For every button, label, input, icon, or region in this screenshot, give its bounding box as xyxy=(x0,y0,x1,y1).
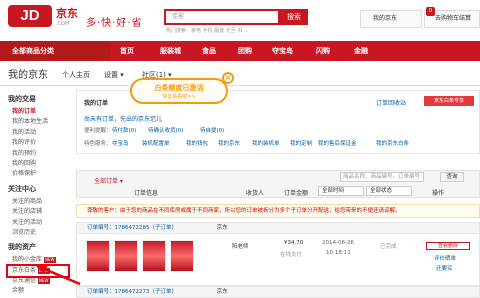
order-amount: ¥34.70 xyxy=(284,240,304,246)
review-link[interactable]: 评价晒单 xyxy=(434,254,456,262)
menu-item-label: 京东通信 xyxy=(12,277,37,285)
menu-item[interactable]: 关注的商品 xyxy=(8,197,68,207)
status-filter-select[interactable]: 全部状态 xyxy=(366,186,412,196)
shop-name: 京东 xyxy=(216,289,228,295)
column-header: 操作 xyxy=(432,190,445,197)
menu-section-title: 关注中心 xyxy=(8,184,36,193)
split-order-notice: 尊敬的客户：由于您的商品在不同库房或属于不同商家，所以您的订单被拆分为多个子订单… xyxy=(76,204,480,218)
service-link[interactable]: 我的钱包 xyxy=(186,139,208,147)
column-header: 订单信息 xyxy=(134,190,159,197)
menu-item[interactable]: 关注的活动 xyxy=(8,218,68,228)
pending-payment-link[interactable]: 待付款(0) xyxy=(112,126,136,134)
order-status: 已完成 xyxy=(380,244,397,250)
order-number[interactable]: 订单编号：1786472273（子订单） xyxy=(87,289,177,295)
search-input[interactable]: 佳能 xyxy=(164,9,280,25)
cart-count-badge: 0 xyxy=(426,7,435,16)
annotation-arrow-icon xyxy=(36,264,81,286)
product-image[interactable] xyxy=(170,240,194,272)
menu-item[interactable]: 浏览历史 xyxy=(8,228,68,238)
service-link[interactable]: 我的京东白条 xyxy=(376,139,409,147)
order-row-header: 订单编号：1786472273（子订单） 京东 xyxy=(76,286,480,298)
slogan: 多·快·好·省 xyxy=(86,18,143,29)
service-link[interactable]: 我的京东 xyxy=(218,139,240,147)
column-header: 订单金额 xyxy=(284,190,309,197)
nav-item[interactable]: 团购 xyxy=(238,41,252,61)
divider xyxy=(0,85,480,86)
order-row-header: 订单编号：1786472285（子订单） 京东 xyxy=(76,222,480,234)
page-title: 我的京东 xyxy=(8,70,48,81)
search-button[interactable]: 搜索 xyxy=(280,9,308,25)
all-orders-tab[interactable]: 全部订单 ▾ xyxy=(94,176,123,185)
time-filter-select[interactable]: 全部时间 xyxy=(318,186,364,196)
reminder-label: 便利提醒： xyxy=(84,128,112,134)
nav-item[interactable]: 金融 xyxy=(354,41,368,61)
all-categories-button[interactable]: 全部商品分类 xyxy=(0,41,110,61)
order-time: 10:18:11 xyxy=(326,250,351,256)
callout-link[interactable]: 快去看看吧>> xyxy=(132,93,226,100)
service-link[interactable]: 我的售后保证金 xyxy=(318,139,357,147)
menu-item[interactable]: 我的评价 xyxy=(8,138,68,148)
order-number[interactable]: 订单编号：1786472285（子订单） xyxy=(87,225,177,231)
services-label: 特色服务： xyxy=(84,141,112,147)
jd-logo-cn: 京东 xyxy=(56,7,78,20)
menu-item[interactable]: 我的活动 xyxy=(8,128,68,138)
callout-title: 白条额度已激活 xyxy=(154,84,204,92)
service-link[interactable]: 装机配置单 xyxy=(142,139,170,147)
receiver-name[interactable]: 阳老师 xyxy=(232,242,249,250)
my-jd-dropdown[interactable]: 我的京东 xyxy=(360,10,422,28)
product-image[interactable] xyxy=(86,240,110,272)
product-image[interactable] xyxy=(114,240,138,272)
pending-pickup-link[interactable]: 待自提(0) xyxy=(200,126,224,134)
service-link[interactable]: 我的定制 xyxy=(290,139,312,147)
shop-name: 京东 xyxy=(216,225,228,231)
order-tip-link[interactable]: 尚未有订单，先出的京东范儿 xyxy=(84,114,162,123)
order-recycle-link[interactable]: 订单回收站 xyxy=(376,98,406,107)
personal-home-link[interactable]: 个人主页 xyxy=(62,70,90,80)
settings-dropdown[interactable]: 设置 ▾ xyxy=(104,70,124,80)
order-date: 2014-08-26 xyxy=(322,240,354,246)
menu-item[interactable]: 余额 xyxy=(8,286,68,296)
nav-item[interactable]: 食品 xyxy=(202,41,216,61)
order-search-input[interactable]: 商品名称，商品编号，订单编号 xyxy=(340,172,424,182)
baitiao-callout[interactable]: 白条额度已激活 快去看看吧>> xyxy=(130,78,228,104)
buy-again-link[interactable]: 还要买 xyxy=(436,264,453,272)
pending-receipt-link[interactable]: 待确认收货(0) xyxy=(148,126,183,134)
service-link[interactable]: 我的装机单 xyxy=(252,139,280,147)
menu-item[interactable]: 我的本地生活 xyxy=(8,117,68,127)
menu-item[interactable]: 价格保护 xyxy=(8,169,68,179)
order-search-button[interactable]: 查询 xyxy=(440,172,464,182)
nav-item[interactable]: 首页 xyxy=(120,41,134,61)
menu-item[interactable]: 关注的店铺 xyxy=(8,207,68,217)
service-link[interactable]: 夺宝岛 xyxy=(112,139,129,147)
nav-item[interactable]: 夺宝岛 xyxy=(272,41,293,61)
nav-item[interactable]: 闪购 xyxy=(316,41,330,61)
payment-method: 在线支付 xyxy=(280,252,303,258)
hot-search-words[interactable]: 热门搜索：家电 手机 服装 元旦 书 ... xyxy=(166,27,249,34)
product-image[interactable] xyxy=(142,240,166,272)
nav-item[interactable]: 服装城 xyxy=(160,41,181,61)
menu-section-title: 我的交易 xyxy=(8,95,36,103)
order-summary-title: 我的订单 xyxy=(84,100,109,107)
jd-logo-domain: .COM xyxy=(56,21,70,27)
menu-item[interactable]: 我的预约 xyxy=(8,149,68,159)
close-icon[interactable]: × xyxy=(222,72,234,84)
view-order-button[interactable]: 查看删除 xyxy=(426,242,470,250)
menu-item-label: 京东白条 xyxy=(12,266,37,274)
menu-item[interactable]: 我的回购 xyxy=(8,159,68,169)
menu-item-my-orders[interactable]: 我的订单 xyxy=(8,107,68,117)
jd-logo[interactable]: JD xyxy=(8,5,52,27)
column-header: 收货人 xyxy=(246,190,265,197)
baitiao-promo-button[interactable]: 京东白条专享 xyxy=(424,96,474,106)
